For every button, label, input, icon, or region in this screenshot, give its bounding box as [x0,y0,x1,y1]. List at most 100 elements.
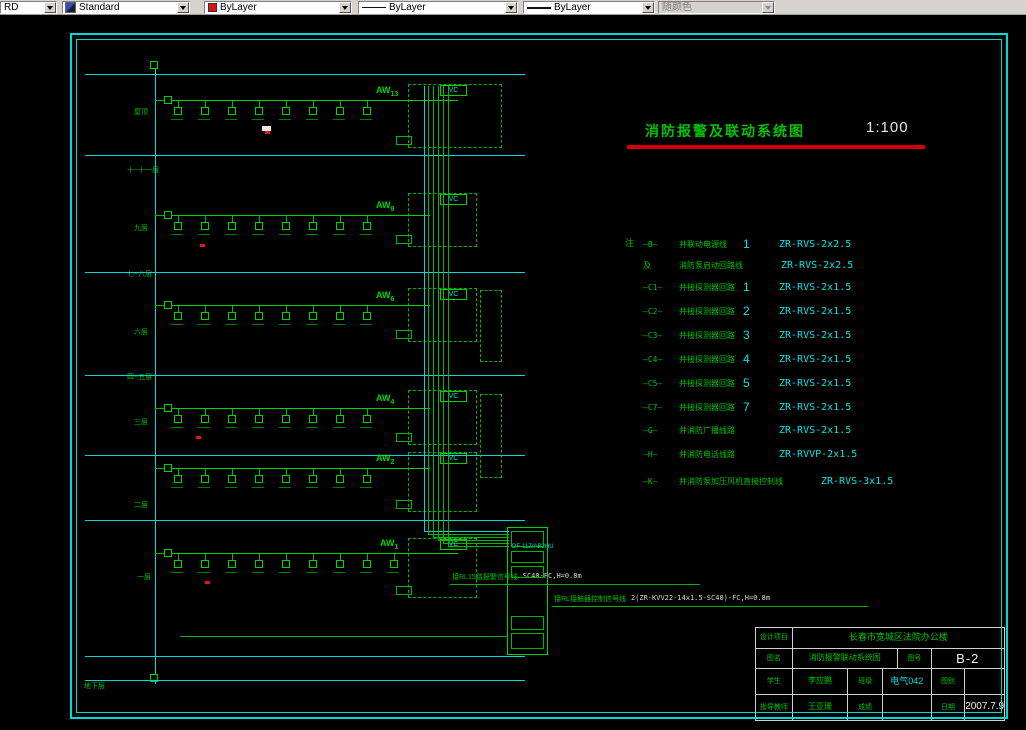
lineweight-value: ByLayer [554,2,591,13]
floor-line [85,74,525,75]
color-control-combo[interactable]: ByLayer [204,1,352,14]
alarm-mark [196,436,201,439]
floor-line [85,272,525,273]
trunk-line [433,86,434,537]
device-tag-mark [360,234,372,235]
trunk-line [443,86,444,543]
vc-box: VC [440,194,467,205]
detector [363,560,371,568]
detector [282,222,290,230]
chevron-down-icon[interactable] [642,2,654,13]
alarm-mark [205,581,210,584]
device-tag-mark [225,324,237,325]
device-tag-mark [306,427,318,428]
floor-dist-box [164,464,172,472]
bus-line [172,408,430,409]
detector [255,560,263,568]
module-box-tall [480,394,502,478]
floor-dist-box [164,301,172,309]
drawing-canvas[interactable]: 消防报警及联动系统图 1:100 屋顶 十~十一层 九层 七~八层 六层 四~五… [0,15,1026,730]
detector [255,475,263,483]
vc-box: VC [440,453,467,464]
bus-label-sub: 13 [390,90,399,98]
device-tag-mark [360,572,372,573]
detector [282,107,290,115]
floor-line [85,155,525,156]
device-tag-mark [333,572,345,573]
vc-box: VC [440,85,467,96]
detector [336,415,344,423]
linetype-icon [362,7,386,8]
panel-module [511,633,544,649]
branch-box [396,136,412,145]
floor-line [85,656,525,657]
chevron-down-icon[interactable] [44,2,56,13]
detector [201,415,209,423]
device-tag-mark [198,324,210,325]
detector [363,222,371,230]
detector [309,415,317,423]
chevron-down-icon[interactable] [177,2,189,13]
floor-dist-box [164,211,172,219]
text-style-icon [65,2,76,13]
named-view-combo[interactable]: RD [0,1,57,14]
detector [201,475,209,483]
current-color-swatch-icon [208,3,217,12]
device-tag-mark [198,487,210,488]
linetype-combo[interactable]: ByLayer [358,1,518,14]
hydrant-mark [262,126,271,131]
detector [174,222,182,230]
bus-label-sub: 1 [394,543,399,551]
device-tag-mark [333,234,345,235]
vc-box: VC [440,391,467,402]
detector [201,222,209,230]
text-style-combo[interactable]: Standard [62,1,190,14]
riser-top-box [150,61,158,69]
device-tag-mark [171,487,183,488]
alarm-mark [200,244,205,247]
detector [363,312,371,320]
branch-box [396,500,412,509]
bus-label: AW2 [376,453,395,466]
lineweight-combo[interactable]: ByLayer [523,1,655,14]
detector [174,415,182,423]
power-riser [155,64,156,684]
detector [309,560,317,568]
device-tag-mark [252,427,264,428]
color-value: ByLayer [220,2,257,13]
trunk-link [424,531,509,532]
detector [363,107,371,115]
trunk-link [433,537,509,538]
bus-label: AW13 [376,85,399,98]
detector [363,415,371,423]
device-tag-mark [360,427,372,428]
device-tag-mark [360,487,372,488]
device-tag-mark [225,119,237,120]
device-tag-mark [198,572,210,573]
floor-dist-box [164,404,172,412]
device-tag-mark [225,487,237,488]
detector [228,312,236,320]
chevron-down-icon[interactable] [339,2,351,13]
device-tag-mark [171,324,183,325]
device-tag-mark [360,119,372,120]
chevron-down-icon [762,2,774,13]
text-style-value: Standard [79,2,120,13]
branch-box [396,433,412,442]
device-tag-mark [225,572,237,573]
floor-line [85,680,525,681]
linetype-value: ByLayer [389,2,426,13]
trunk-link [428,534,509,535]
detector [174,560,182,568]
bus-label-sub: 6 [390,295,395,303]
device-tag-mark [252,119,264,120]
device-tag-mark [306,487,318,488]
trunk-link [448,546,509,547]
device-tag-mark [198,427,210,428]
bus-label: AW6 [376,290,395,303]
chevron-down-icon[interactable] [505,2,517,13]
module-box-tall [480,290,502,362]
detector [174,312,182,320]
detector [282,312,290,320]
device-tag-mark [279,324,291,325]
